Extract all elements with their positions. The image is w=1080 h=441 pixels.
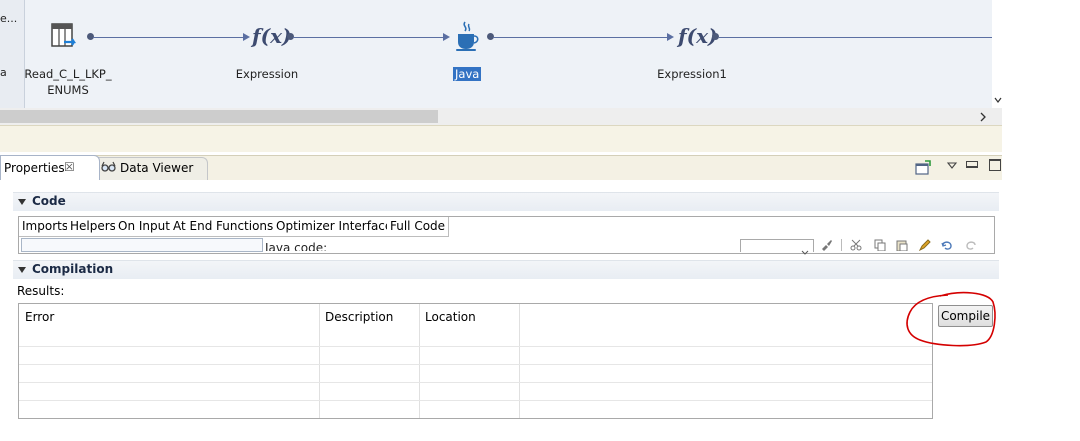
java-code-label: Java code: xyxy=(265,241,328,251)
glasses-icon xyxy=(101,160,116,174)
code-filter-input[interactable] xyxy=(21,238,263,252)
code-section-title: Code xyxy=(32,194,66,208)
results-label: Results: xyxy=(17,284,65,298)
tab-helpers[interactable]: Helpers xyxy=(67,217,120,237)
compilation-section-header[interactable] xyxy=(13,260,999,279)
connector-arrow xyxy=(443,33,450,41)
minimize-icon[interactable] xyxy=(966,161,978,168)
tab-at-end[interactable]: At End xyxy=(170,217,217,237)
node-label-java: Java xyxy=(453,67,482,81)
connector-line xyxy=(493,37,667,38)
pin-view-icon[interactable] xyxy=(915,160,931,176)
redo-icon[interactable] xyxy=(965,239,977,251)
cut-icon[interactable] xyxy=(850,239,862,251)
java-coffee-icon[interactable] xyxy=(454,20,480,52)
expression-fx-icon[interactable]: f(x) xyxy=(252,24,291,48)
chevron-down-icon[interactable] xyxy=(994,94,1002,104)
tab-properties-label: Properties xyxy=(4,161,65,175)
connector-arrow xyxy=(243,33,250,41)
chevron-right-icon[interactable] xyxy=(978,111,988,122)
code-section-header[interactable] xyxy=(13,192,999,211)
connector-arrow xyxy=(667,33,674,41)
collapse-triangle-icon[interactable] xyxy=(18,199,26,205)
brush-icon[interactable] xyxy=(821,239,833,251)
toolbar-separator xyxy=(841,239,842,251)
mapping-canvas[interactable] xyxy=(0,0,992,108)
close-icon[interactable]: ☒ xyxy=(64,160,75,174)
chevron-down-icon[interactable] xyxy=(801,245,809,255)
undo-icon[interactable] xyxy=(941,239,953,251)
connector-line xyxy=(93,37,243,38)
connector-line xyxy=(719,37,992,38)
scrollbar-thumb[interactable] xyxy=(0,110,438,123)
copy-icon[interactable] xyxy=(874,239,886,252)
maximize-icon[interactable] xyxy=(989,159,1001,171)
code-tab-container: Imports Helpers On Input At End Function… xyxy=(18,216,995,255)
node-port-expression1[interactable] xyxy=(712,33,719,40)
node-label-expression: Expression xyxy=(235,67,299,81)
table-row xyxy=(19,346,932,347)
table-row xyxy=(19,364,932,365)
node-label-expression1: Expression1 xyxy=(657,67,727,81)
table-row xyxy=(19,400,932,401)
tab-on-input[interactable]: On Input xyxy=(115,217,174,237)
column-header-description[interactable]: Description xyxy=(325,310,393,324)
paste-icon[interactable] xyxy=(896,239,908,252)
truncated-label-top: e... xyxy=(0,12,18,25)
node-label-read: Read_C_L_LKP_ ENUMS xyxy=(24,67,112,97)
column-header-error[interactable]: Error xyxy=(25,310,54,324)
tab-functions[interactable]: Functions xyxy=(213,217,278,237)
column-header-location[interactable]: Location xyxy=(425,310,476,324)
table-row xyxy=(19,382,932,383)
tab-optimizer-interfaces[interactable]: Optimizer Interfaces xyxy=(273,217,403,237)
compilation-section-title: Compilation xyxy=(32,262,114,276)
results-table[interactable]: Error Description Location xyxy=(18,303,933,419)
canvas-vertical-scrollbar[interactable] xyxy=(992,0,1002,108)
tab-imports[interactable]: Imports xyxy=(19,217,73,237)
edit-pencil-icon[interactable] xyxy=(918,239,931,252)
collapse-triangle-icon[interactable] xyxy=(18,267,26,273)
editor-status-strip xyxy=(0,125,1002,152)
tab-data-viewer-label: Data Viewer xyxy=(120,161,194,175)
tab-full-code[interactable]: Full Code xyxy=(387,217,450,237)
annotation-circle xyxy=(906,291,996,347)
connector-line xyxy=(293,37,443,38)
truncated-label-bottom: a xyxy=(0,66,7,79)
view-menu-icon[interactable] xyxy=(946,160,958,170)
read-source-icon[interactable] xyxy=(50,22,80,52)
